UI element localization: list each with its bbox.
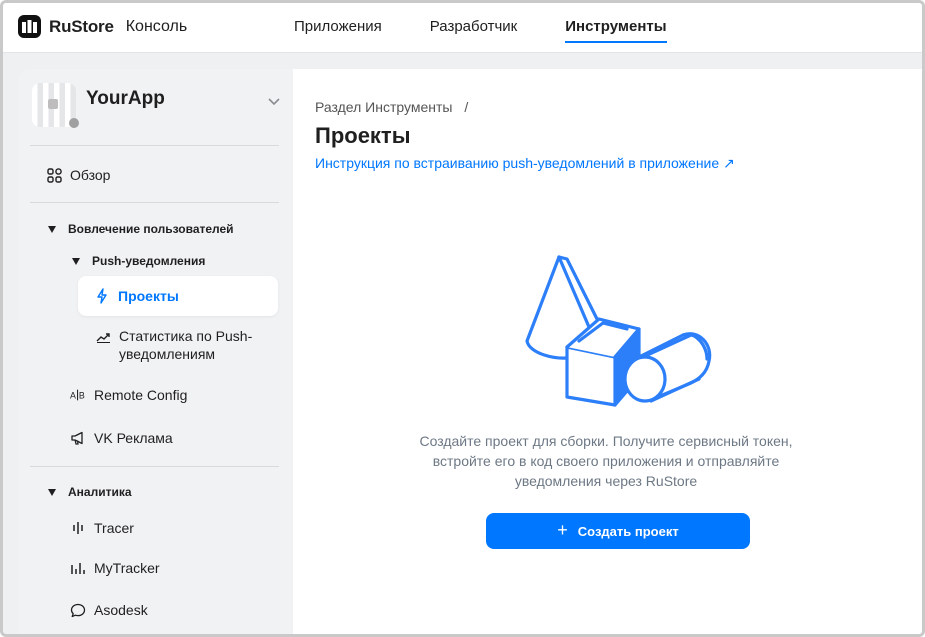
svg-text:B: B: [79, 391, 85, 401]
sidebar-item-label: Статистика по Push- уведомлениям: [119, 327, 252, 363]
sidebar-item-mytracker[interactable]: MyTracker: [70, 560, 160, 576]
push-guide-link[interactable]: Инструкция по встраиванию push-уведомлен…: [315, 155, 735, 172]
sidebar-item-label: VK Реклама: [94, 430, 173, 446]
caret-down-icon: [72, 257, 80, 265]
top-bar: RuStore Консоль Приложения Разработчик И…: [3, 3, 922, 53]
logo-text: RuStore: [49, 16, 114, 36]
sidebar-item-label: Tracer: [94, 520, 134, 536]
plus-icon: +: [557, 520, 568, 540]
main-content: Раздел Инструменты / Проекты Инструкция …: [293, 69, 922, 634]
ab-test-icon: A B: [70, 387, 86, 403]
rustore-logo[interactable]: RuStore Консоль: [18, 15, 187, 38]
sidebar-item-vk-ads[interactable]: VK Реклама: [70, 430, 173, 446]
grid-icon: [46, 167, 62, 183]
empty-state-text: Создайте проект для сборки. Получите сер…: [391, 431, 821, 491]
sidebar-item-tracer[interactable]: Tracer: [70, 520, 134, 536]
divider: [30, 145, 279, 146]
empty-text-line-2: встройте его в код своего приложения и о…: [432, 453, 780, 469]
sidebar-item-label: Обзор: [70, 167, 111, 183]
lightning-icon: [95, 288, 109, 309]
bar-chart-icon: [70, 560, 86, 576]
tab-apps[interactable]: Приложения: [294, 3, 382, 53]
shapes-illustration: [525, 255, 712, 407]
caret-down-icon: [48, 488, 56, 496]
divider: [30, 202, 279, 203]
browser-frame: RuStore Консоль Приложения Разработчик И…: [0, 0, 925, 637]
group-label: Вовлечение пользователей: [68, 222, 234, 236]
app-name: YourApp: [86, 88, 165, 109]
logo-subtitle: Консоль: [125, 17, 188, 35]
pulse-bars-icon: [70, 520, 86, 536]
sidebar-item-push-stats[interactable]: Статистика по Push- уведомлениям: [95, 327, 252, 363]
app-switcher[interactable]: YourApp: [32, 83, 282, 143]
app-icon-image: [48, 99, 58, 109]
app-status-dot: [69, 118, 79, 128]
sidebar-item-label: Проекты: [118, 288, 179, 304]
breadcrumb: Раздел Инструменты /: [315, 99, 468, 115]
subgroup-label: Push-уведомления: [92, 254, 206, 268]
sidebar-item-remote-config[interactable]: A B Remote Config: [70, 387, 187, 403]
top-nav: Приложения Разработчик Инструменты: [294, 3, 715, 53]
sidebar-item-projects[interactable]: Проекты: [78, 276, 278, 316]
divider: [30, 466, 279, 467]
create-project-button[interactable]: + Создать проект: [486, 513, 750, 549]
breadcrumb-link[interactable]: Раздел Инструменты: [315, 99, 452, 115]
trend-up-icon: [95, 329, 111, 345]
label-line-2: уведомлениям: [119, 346, 216, 362]
group-engagement[interactable]: Вовлечение пользователей: [48, 222, 234, 236]
svg-text:A: A: [70, 391, 76, 401]
tab-tools[interactable]: Инструменты: [565, 3, 667, 53]
sidebar-item-label: Remote Config: [94, 387, 188, 403]
megaphone-icon: [70, 430, 86, 446]
tab-developer[interactable]: Разработчик: [430, 3, 517, 53]
sidebar-item-asodesk[interactable]: Asodesk: [70, 602, 148, 618]
label-line-1: Статистика по Push-: [119, 328, 253, 344]
breadcrumb-separator: /: [464, 99, 469, 115]
empty-text-line-1: Создайте проект для сборки. Получите сер…: [419, 433, 793, 449]
caret-down-icon: [48, 225, 56, 233]
button-label: Создать проект: [577, 523, 679, 539]
page-title: Проекты: [315, 123, 411, 148]
chat-bubble-icon: [70, 602, 86, 618]
sidebar-item-label: Asodesk: [94, 602, 148, 618]
sidebar: YourApp Обзор Вовлечение пользователей P…: [18, 69, 293, 634]
group-analytics[interactable]: Аналитика: [48, 485, 132, 499]
group-label: Аналитика: [68, 485, 132, 499]
subgroup-push[interactable]: Push-уведомления: [72, 254, 205, 268]
chevron-down-icon: [268, 98, 280, 106]
empty-text-line-3: уведомления через RuStore: [514, 473, 698, 489]
rustore-logo-icon: [18, 15, 41, 38]
sidebar-item-overview[interactable]: Обзор: [46, 167, 110, 183]
sidebar-item-label: MyTracker: [94, 560, 160, 576]
